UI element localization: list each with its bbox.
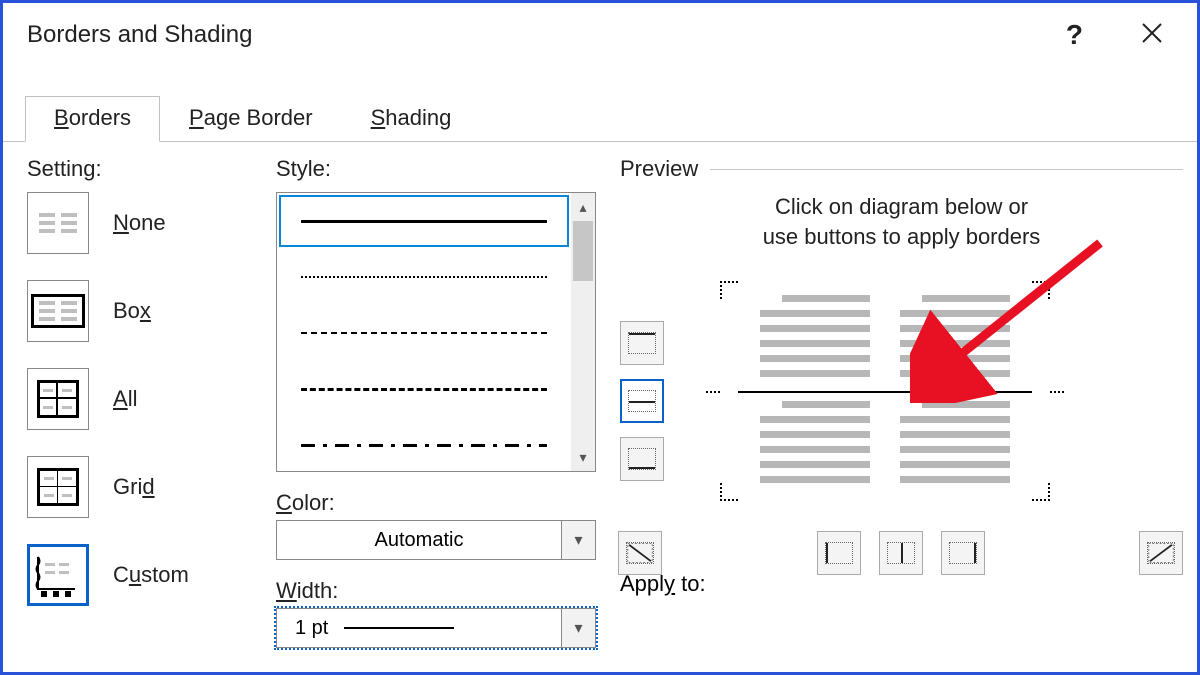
width-combo[interactable]: 1 pt ▾ [276, 608, 596, 648]
paragraph-preview [760, 401, 870, 483]
color-combo[interactable]: Automatic ▾ [276, 520, 596, 560]
style-list [277, 193, 571, 471]
preview-hint: Click on diagram below or use buttons to… [620, 192, 1183, 251]
scroll-down-button[interactable]: ▾ [571, 443, 595, 471]
setting-list: None Box [27, 192, 252, 606]
width-label: Width: [276, 578, 596, 604]
scroll-up-button[interactable]: ▴ [571, 193, 595, 221]
border-bottom-button[interactable] [620, 437, 664, 481]
line-dotted-icon [301, 276, 548, 278]
applied-middle-border [738, 391, 1032, 393]
border-bottom-icon [628, 448, 656, 470]
close-icon [1141, 22, 1163, 44]
tab-borders[interactable]: Borders [25, 96, 160, 142]
style-scrollbar[interactable]: ▴ ▾ [571, 193, 595, 471]
apply-to-label: Apply to: [620, 571, 706, 597]
borders-shading-dialog: Borders and Shading ? Borders Page Borde… [3, 3, 1197, 672]
mid-marker [706, 391, 720, 393]
border-left-button[interactable] [817, 531, 861, 575]
style-listbox[interactable]: ▴ ▾ [276, 192, 596, 472]
setting-column: Setting: None Box [27, 156, 252, 672]
line-dash-long-icon [301, 388, 548, 391]
setting-none-label: None [113, 210, 166, 236]
style-dash-long[interactable] [277, 361, 571, 417]
tab-shading[interactable]: Shading [342, 96, 481, 142]
border-grid-icon [27, 456, 89, 518]
corner-marker [720, 281, 738, 299]
setting-all-label: All [113, 386, 137, 412]
chevron-down-icon: ▾ [574, 618, 582, 638]
paragraph-preview [900, 401, 1010, 483]
preview-bottom-buttons [618, 531, 1183, 575]
setting-grid-label: Grid [113, 474, 155, 500]
border-box-icon [27, 280, 89, 342]
setting-box[interactable]: Box [27, 280, 252, 342]
scroll-track[interactable] [571, 221, 595, 443]
corner-marker [1032, 281, 1050, 299]
title-bar: Borders and Shading ? [3, 3, 1197, 59]
style-dotted[interactable] [277, 249, 571, 305]
scroll-thumb[interactable] [573, 221, 593, 281]
border-diag-up-icon [1147, 542, 1175, 564]
setting-label: Setting: [27, 156, 252, 182]
setting-custom[interactable]: Custom [27, 544, 252, 606]
border-custom-icon [27, 544, 89, 606]
paragraph-preview [760, 295, 870, 377]
setting-none[interactable]: None [27, 192, 252, 254]
line-dash-short-icon [301, 332, 548, 334]
style-solid[interactable] [277, 193, 571, 249]
corner-marker [720, 483, 738, 501]
setting-all[interactable]: All [27, 368, 252, 430]
preview-diagram[interactable] [720, 281, 1050, 501]
close-button[interactable] [1131, 17, 1173, 53]
border-top-button[interactable] [620, 321, 664, 365]
width-value: 1 pt [277, 617, 561, 640]
border-diag-up-button[interactable] [1139, 531, 1183, 575]
color-label: Color: [276, 490, 596, 516]
border-vmiddle-icon [887, 542, 915, 564]
border-hmiddle-button[interactable] [620, 379, 664, 423]
style-label: Style: [276, 156, 596, 182]
width-sample-line-icon [344, 627, 454, 629]
border-diag-down-icon [626, 542, 654, 564]
border-all-icon [27, 368, 89, 430]
border-left-icon [825, 542, 853, 564]
corner-marker [1032, 483, 1050, 501]
style-dash-dot[interactable] [277, 417, 571, 471]
border-none-icon [27, 192, 89, 254]
paragraph-preview [900, 295, 1010, 377]
dialog-body: Setting: None Box [3, 142, 1197, 672]
preview-area: Apply to: [620, 261, 1183, 591]
preview-column: Preview Click on diagram below or use bu… [620, 156, 1183, 672]
line-dash-dot-icon [301, 444, 548, 447]
border-right-button[interactable] [941, 531, 985, 575]
preview-side-buttons [620, 321, 664, 481]
tab-strip: Borders Page Border Shading [3, 95, 1197, 142]
mid-marker [1050, 391, 1064, 393]
dialog-title: Borders and Shading [27, 21, 1066, 49]
setting-custom-label: Custom [113, 562, 189, 588]
border-hmiddle-icon [628, 390, 656, 412]
color-dropdown-button[interactable]: ▾ [561, 521, 595, 559]
tab-page-border[interactable]: Page Border [160, 96, 342, 142]
border-diag-down-button[interactable] [618, 531, 662, 575]
line-solid-icon [301, 220, 548, 223]
setting-box-label: Box [113, 298, 151, 324]
help-button[interactable]: ? [1066, 19, 1083, 51]
border-top-icon [628, 332, 656, 354]
border-right-icon [949, 542, 977, 564]
style-column: Style: ▴ ▾ Color: Automatic ▾ [276, 156, 596, 672]
divider [710, 169, 1183, 170]
width-dropdown-button[interactable]: ▾ [561, 609, 595, 647]
style-dash-short[interactable] [277, 305, 571, 361]
chevron-down-icon: ▾ [574, 530, 582, 550]
preview-label: Preview [620, 156, 1183, 182]
color-value: Automatic [277, 529, 561, 552]
border-vmiddle-button[interactable] [879, 531, 923, 575]
setting-grid[interactable]: Grid [27, 456, 252, 518]
